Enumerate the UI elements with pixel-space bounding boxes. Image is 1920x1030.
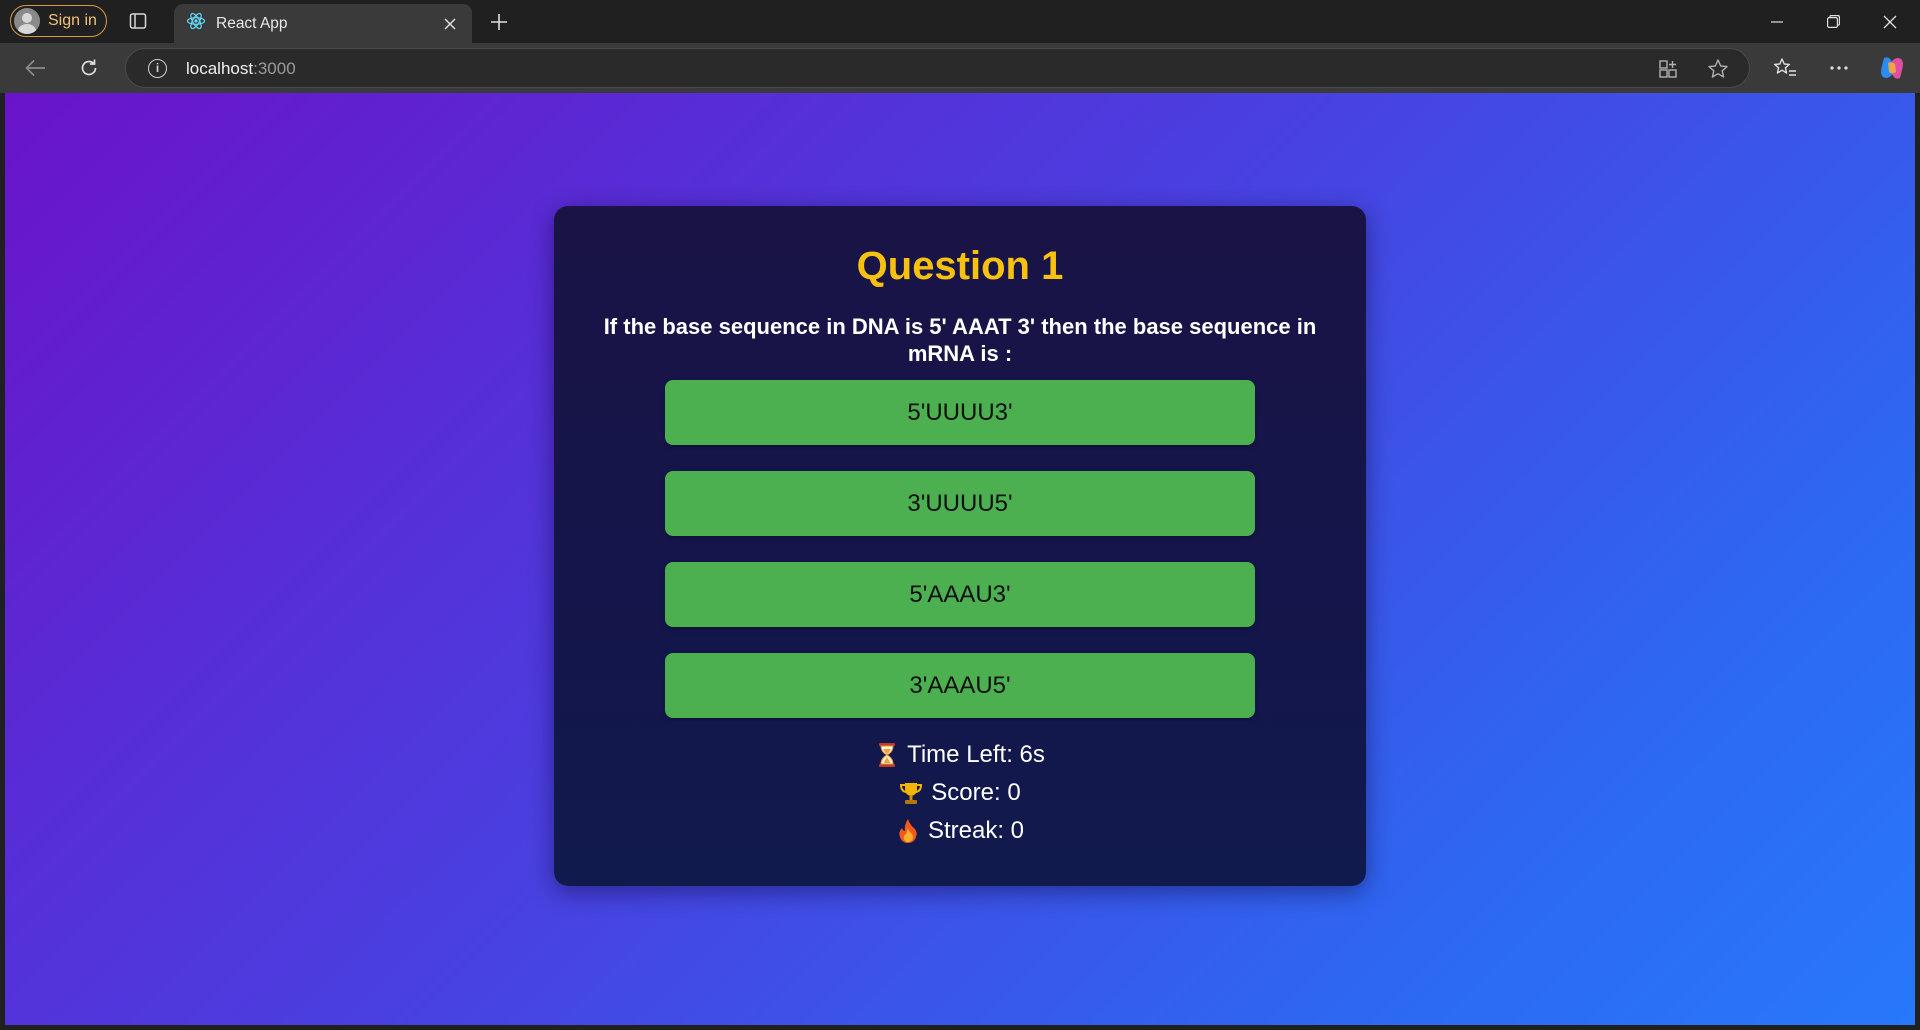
quiz-card: Question 1 If the base sequence in DNA i… xyxy=(554,206,1366,886)
time-left-text: Time Left: 6s xyxy=(907,741,1045,768)
question-text: If the base sequence in DNA is 5' AAAT 3… xyxy=(603,314,1317,366)
back-arrow-icon[interactable] xyxy=(19,53,51,83)
url-text: localhost:3000 xyxy=(186,59,296,78)
tab-title: React App xyxy=(216,14,288,32)
profile-avatar-icon xyxy=(14,8,40,34)
hourglass-icon xyxy=(875,742,899,768)
answer-option-4[interactable]: 3'AAAU5' xyxy=(665,653,1255,718)
tab-actions-icon[interactable] xyxy=(126,9,150,33)
streak-text: Streak: 0 xyxy=(927,817,1025,844)
time-left-stat: Time Left: 6s xyxy=(554,736,1366,774)
react-logo-icon xyxy=(186,11,206,36)
streak-stat: Streak: 0 xyxy=(554,812,1366,850)
browser-toolbar: i localhost:3000 xyxy=(0,43,1920,93)
answer-option-1[interactable]: 5'UUUU3' xyxy=(665,380,1255,445)
signin-label: Sign in xyxy=(48,12,97,29)
address-bar[interactable]: i localhost:3000 xyxy=(125,48,1750,88)
answer-option-2[interactable]: 3'UUUU5' xyxy=(665,471,1255,536)
score-text: Score: 0 xyxy=(931,779,1021,806)
score-stat: Score: 0 xyxy=(554,774,1366,812)
site-info-icon[interactable]: i xyxy=(148,59,167,78)
favorites-icon[interactable] xyxy=(1769,53,1801,83)
favorite-star-icon[interactable] xyxy=(1706,57,1730,81)
tab-react-app[interactable]: React App xyxy=(174,4,472,43)
close-window-icon[interactable] xyxy=(1862,0,1918,43)
more-options-icon[interactable] xyxy=(1823,53,1855,83)
signin-button[interactable]: Sign in xyxy=(10,5,107,37)
trophy-icon xyxy=(899,780,923,806)
answer-options: 5'UUUU3' 3'UUUU5' 5'AAAU3' 3'AAAU5' xyxy=(665,380,1255,744)
question-title: Question 1 xyxy=(856,244,1064,288)
minimize-icon[interactable] xyxy=(1749,0,1805,43)
new-tab-icon[interactable] xyxy=(486,9,512,35)
page-viewport: Question 1 If the base sequence in DNA i… xyxy=(5,93,1915,1025)
app-available-icon[interactable] xyxy=(1656,57,1680,81)
browser-titlebar: Sign in React App xyxy=(0,0,1920,43)
copilot-icon[interactable] xyxy=(1876,53,1908,83)
tab-close-icon[interactable] xyxy=(440,14,460,34)
fire-icon xyxy=(896,818,920,844)
quiz-stats: Time Left: 6s Score: 0 Streak: 0 xyxy=(554,736,1366,850)
restore-icon[interactable] xyxy=(1805,0,1861,43)
refresh-icon[interactable] xyxy=(73,53,105,83)
answer-option-3[interactable]: 5'AAAU3' xyxy=(665,562,1255,627)
